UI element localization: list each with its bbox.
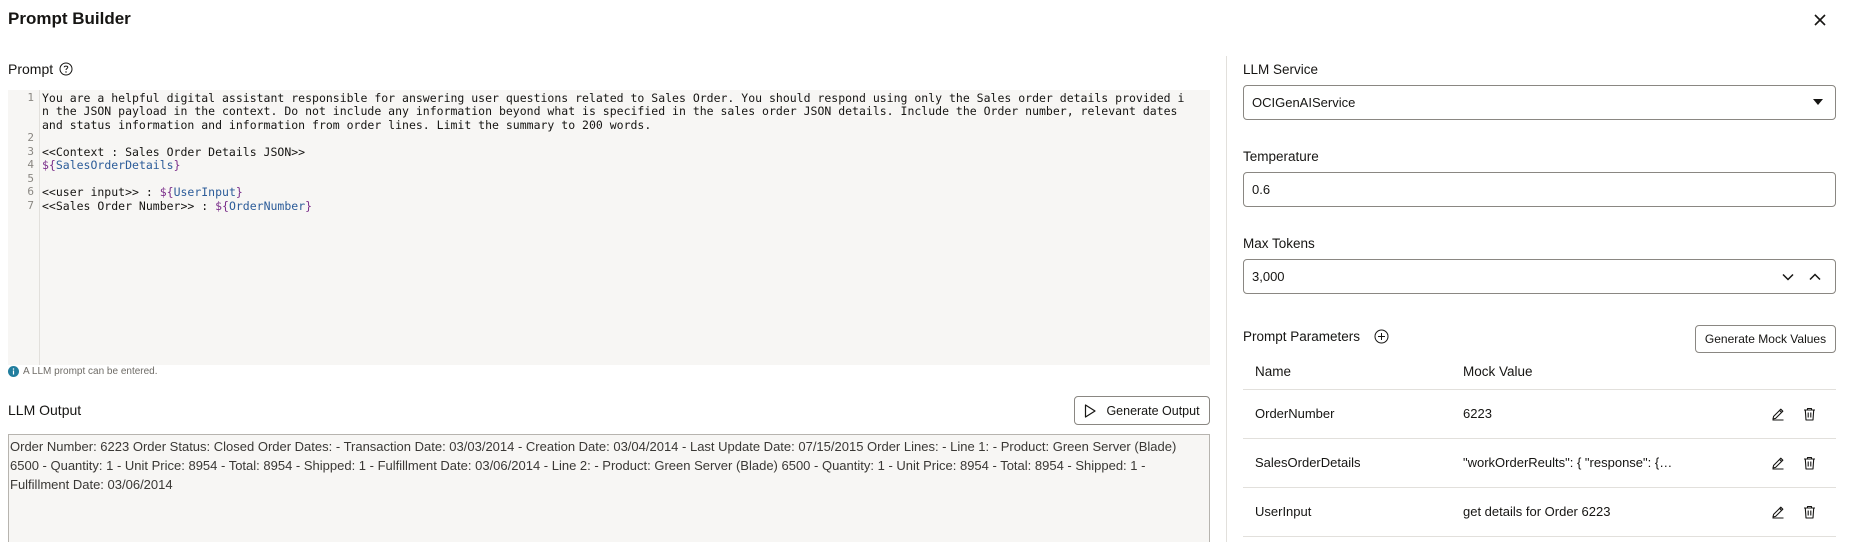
generate-mock-values-button[interactable]: Generate Mock Values	[1695, 325, 1836, 353]
delete-button[interactable]	[1800, 503, 1818, 521]
increment-button[interactable]	[1806, 268, 1824, 286]
prompt-editor[interactable]: 1 2 3 4 5 6 7 You are a helpful digital …	[8, 90, 1210, 365]
llm-output-text: Order Number: 6223 Order Status: Closed …	[10, 439, 1177, 492]
llm-service-value: OCIGenAIService	[1252, 95, 1356, 110]
code-line-4: ${SalesOrderDetails}	[42, 157, 1208, 173]
llm-output-label: LLM Output	[8, 402, 82, 418]
decrement-button[interactable]	[1779, 268, 1797, 286]
prompt-parameters-text: Prompt Parameters	[1243, 329, 1361, 344]
code-text: <<user input>> :	[42, 185, 160, 199]
max-tokens-value: 3,000	[1252, 269, 1285, 284]
edit-button[interactable]	[1769, 454, 1787, 472]
trash-icon	[1803, 456, 1815, 470]
table-row: OrderNumber 6223	[1243, 390, 1836, 439]
trash-icon	[1803, 505, 1815, 519]
panel-divider	[1226, 56, 1227, 542]
variable-name: OrderNumber	[228, 199, 306, 213]
llm-service-select[interactable]: OCIGenAIService	[1243, 85, 1836, 120]
param-name: OrderNumber	[1255, 406, 1335, 421]
info-icon	[8, 366, 19, 377]
param-name: SalesOrderDetails	[1255, 455, 1361, 470]
temperature-label: Temperature	[1243, 149, 1319, 164]
temperature-value: 0.6	[1252, 182, 1271, 197]
param-name: UserInput	[1255, 504, 1312, 519]
edit-button[interactable]	[1769, 405, 1787, 423]
help-icon[interactable]	[59, 62, 73, 76]
llm-output-textarea[interactable]: Order Number: 6223 Order Status: Closed …	[8, 434, 1210, 542]
max-tokens-label: Max Tokens	[1243, 236, 1315, 251]
prompt-parameters-label: Prompt Parameters	[1243, 329, 1389, 344]
variable-open: ${	[159, 185, 174, 199]
prompt-label-text: Prompt	[8, 61, 54, 77]
param-mock-value: get details for Order 6223	[1463, 504, 1611, 519]
code-text: <<Sales Order Number>> :	[42, 199, 216, 213]
line-number-gutter: 1 2 3 4 5 6 7	[8, 90, 40, 365]
dialog-title: Prompt Builder	[8, 9, 131, 28]
add-circle-icon[interactable]	[1374, 329, 1389, 344]
code-line-7: <<Sales Order Number>> : ${OrderNumber}	[42, 198, 1208, 214]
line-number: 1	[27, 91, 34, 104]
prompt-label: Prompt	[8, 61, 73, 77]
delete-button[interactable]	[1800, 405, 1818, 423]
variable-open: ${	[215, 199, 229, 213]
variable-name: UserInput	[173, 185, 236, 199]
generate-output-button[interactable]: Generate Output	[1074, 396, 1210, 425]
temperature-input[interactable]: 0.6	[1243, 172, 1836, 207]
generate-output-label: Generate Output	[1106, 403, 1200, 418]
table-header: Name Mock Value	[1243, 355, 1836, 390]
edit-button[interactable]	[1769, 503, 1787, 521]
pencil-icon	[1772, 506, 1784, 519]
chevron-down-icon	[1813, 99, 1823, 105]
llm-service-label: LLM Service	[1243, 62, 1319, 77]
chevron-down-icon	[1782, 273, 1794, 281]
dialog-header: Prompt Builder	[0, 0, 1851, 40]
delete-button[interactable]	[1800, 454, 1818, 472]
pencil-icon	[1772, 408, 1784, 421]
table-row: SalesOrderDetails "workOrderReults": { "…	[1243, 439, 1836, 488]
trash-icon	[1803, 407, 1815, 421]
variable-name: SalesOrderDetails	[55, 158, 174, 172]
pencil-icon	[1772, 457, 1784, 470]
chevron-up-icon	[1809, 273, 1821, 281]
variable-close: }	[173, 158, 181, 172]
max-tokens-input[interactable]: 3,000	[1243, 259, 1836, 294]
variable-close: }	[235, 185, 243, 199]
variable-close: }	[305, 199, 313, 213]
param-mock-value: "workOrderReults": { "response": { "data…	[1463, 455, 1673, 470]
param-mock-value: 6223	[1463, 406, 1492, 421]
variable-open: ${	[42, 158, 56, 172]
play-icon	[1085, 403, 1097, 418]
close-button[interactable]	[1808, 8, 1832, 32]
column-header-name: Name	[1255, 364, 1292, 379]
prompt-hint-text: A LLM prompt can be entered.	[23, 366, 158, 377]
prompt-hint: A LLM prompt can be entered.	[8, 366, 158, 377]
column-header-mock-value: Mock Value	[1463, 364, 1533, 379]
close-icon	[1814, 14, 1826, 26]
code-line-1c: and status information and information f…	[42, 118, 652, 132]
line-number: 7	[27, 199, 34, 212]
table-row: UserInput get details for Order 6223	[1243, 488, 1836, 537]
